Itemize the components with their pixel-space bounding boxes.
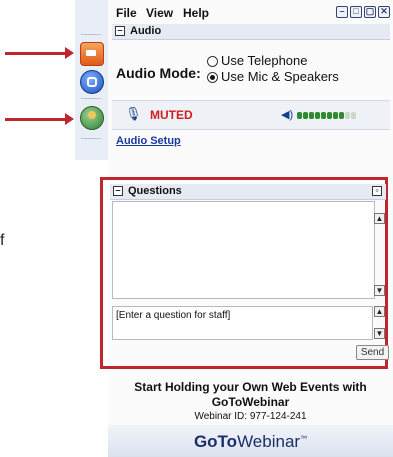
- audio-section-title: Audio: [130, 25, 162, 37]
- webinar-id: Webinar ID: 977-124-241: [194, 411, 307, 422]
- menu-view[interactable]: View: [146, 6, 173, 20]
- level-segment: [321, 112, 326, 119]
- panel-grab-icon[interactable]: –: [336, 6, 348, 18]
- close-icon[interactable]: ✕: [378, 6, 390, 18]
- raise-hand-icon[interactable]: [80, 106, 104, 130]
- level-segment: [303, 112, 308, 119]
- level-segment: [351, 112, 356, 119]
- mic-status: MUTED: [150, 108, 193, 122]
- level-segment: [309, 112, 314, 119]
- audio-mode-label: Audio Mode:: [116, 65, 201, 81]
- partial-text: f: [0, 232, 5, 249]
- logo-light-text: Webinar: [237, 432, 301, 451]
- radio-mic-speakers[interactable]: [207, 72, 218, 83]
- send-button[interactable]: Send: [356, 345, 389, 360]
- questions-section-header[interactable]: – Questions ▫: [110, 184, 386, 200]
- scroll-up-icon[interactable]: ▲: [374, 213, 385, 224]
- radio-telephone-label[interactable]: Use Telephone: [221, 53, 308, 68]
- level-segment: [315, 112, 320, 119]
- screen-button-icon[interactable]: [80, 70, 104, 94]
- level-segment: [339, 112, 344, 119]
- radio-telephone[interactable]: [207, 56, 218, 67]
- arrow-button-icon[interactable]: [80, 42, 104, 66]
- popout-icon[interactable]: ▫: [372, 186, 382, 196]
- promo-line-2: GoToWebinar: [211, 395, 290, 409]
- logo-bold-text: GoTo: [193, 432, 238, 451]
- logo-tm: ™: [300, 435, 308, 443]
- level-segment: [297, 112, 302, 119]
- menu-file[interactable]: File: [116, 6, 137, 20]
- menu-help[interactable]: Help: [183, 6, 209, 20]
- scroll-down-icon[interactable]: ▼: [374, 285, 385, 296]
- radio-mic-speakers-label[interactable]: Use Mic & Speakers: [221, 69, 339, 84]
- popout-icon[interactable]: ▢: [364, 6, 376, 18]
- level-segment: [327, 112, 332, 119]
- question-input[interactable]: [Enter a question for staff]: [112, 306, 373, 340]
- microphone-icon[interactable]: 🎙: [125, 106, 142, 122]
- collapse-icon[interactable]: –: [115, 26, 125, 36]
- level-segment: [333, 112, 338, 119]
- restore-icon[interactable]: □: [350, 6, 362, 18]
- audio-setup-link[interactable]: Audio Setup: [116, 135, 181, 147]
- gotowebinar-logo: GoToWebinar™: [108, 432, 393, 452]
- scroll-up-icon[interactable]: ▲: [374, 306, 385, 317]
- questions-log[interactable]: [112, 201, 375, 299]
- questions-section-title: Questions: [128, 185, 182, 197]
- audio-section-header[interactable]: – Audio: [112, 24, 390, 40]
- collapse-icon[interactable]: –: [113, 186, 123, 196]
- promo-line-1: Start Holding your Own Web Events with: [134, 380, 367, 394]
- level-segment: [345, 112, 350, 119]
- speaker-icon: ◀): [281, 109, 294, 121]
- scroll-down-icon[interactable]: ▼: [374, 328, 385, 339]
- control-strip: [75, 0, 109, 160]
